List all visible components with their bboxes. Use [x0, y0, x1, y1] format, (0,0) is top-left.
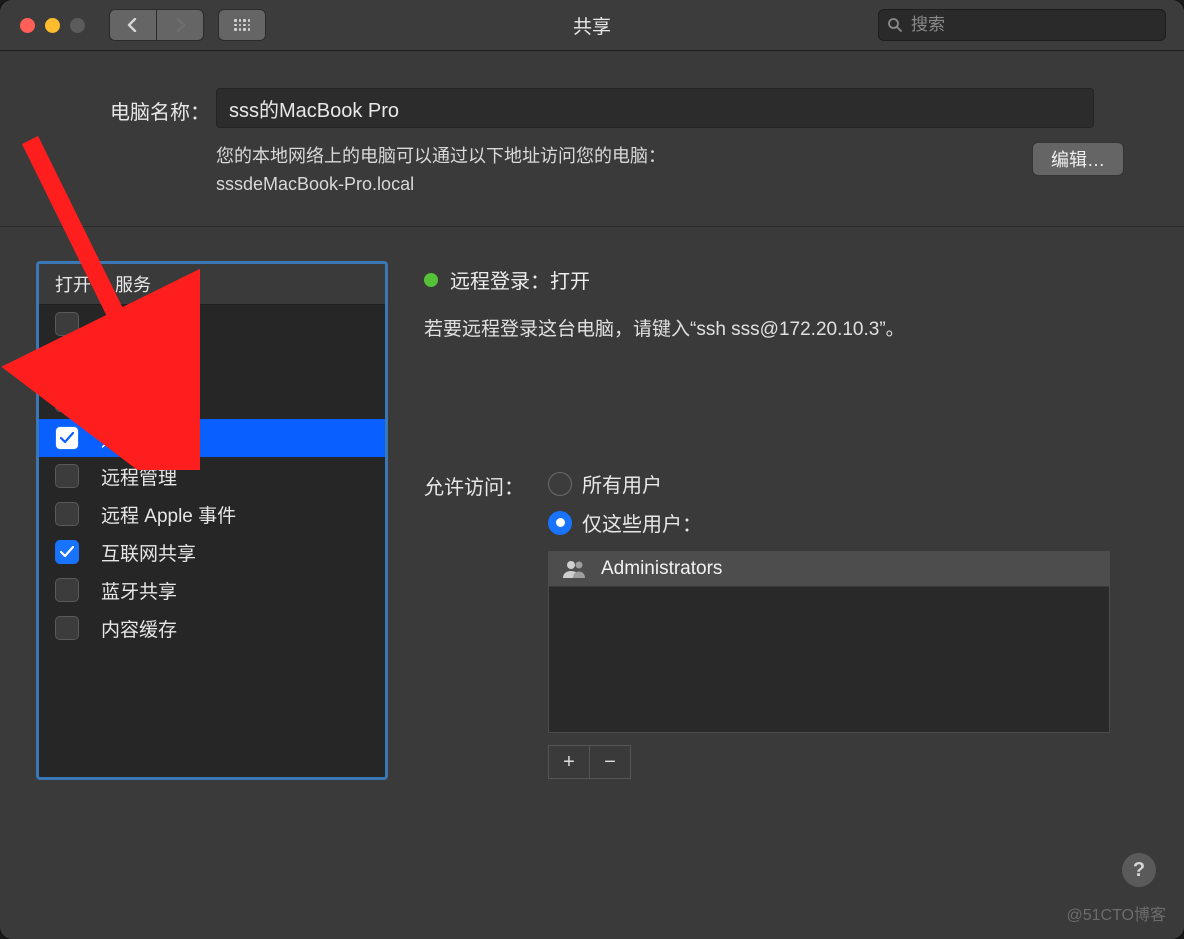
local-address-description: 您的本地网络上的电脑可以通过以下地址访问您的电脑： sssdeMacBook-P… [216, 142, 1012, 198]
service-label: 文件共享 [101, 349, 177, 376]
close-button[interactable] [20, 18, 35, 33]
search-input[interactable] [909, 14, 1157, 36]
chevron-left-icon [127, 18, 139, 32]
computer-name-input[interactable] [216, 88, 1094, 128]
service-checkbox[interactable] [55, 388, 79, 412]
help-button[interactable]: ? [1122, 853, 1156, 887]
minimize-button[interactable] [45, 18, 60, 33]
service-label: 内容缓存 [101, 615, 177, 642]
window-controls [20, 18, 85, 33]
computer-name-label: 电脑名称： [80, 88, 210, 125]
service-label: 屏幕共享 [101, 311, 177, 338]
service-label: 远程登录 [101, 425, 177, 452]
service-label: 远程管理 [101, 463, 177, 490]
radio-only-users[interactable]: 仅这些用户： [548, 508, 1110, 537]
computer-name-section: 电脑名称： 您的本地网络上的电脑可以通过以下地址访问您的电脑： sssdeMac… [0, 50, 1184, 227]
allow-access-radios: 所有用户 仅这些用户： [548, 469, 1110, 537]
chevron-right-icon [174, 18, 186, 32]
search-box[interactable] [878, 9, 1166, 41]
service-checkbox[interactable] [55, 540, 79, 564]
services-header-service: 服务 [111, 271, 385, 297]
allow-access-label: 允许访问： [424, 469, 524, 779]
sharing-body: 打开 服务 屏幕共享文件共享打印机共享远程登录远程管理远程 Apple 事件互联… [0, 227, 1184, 780]
services-header-on: 打开 [39, 271, 111, 297]
service-checkbox[interactable] [55, 350, 79, 374]
service-checkbox[interactable] [55, 578, 79, 602]
service-label: 打印机共享 [101, 387, 196, 414]
show-all-button[interactable] [218, 9, 266, 41]
watermark: @51CTO博客 [1066, 901, 1166, 925]
user-name: Administrators [601, 558, 722, 580]
service-status: 远程登录：打开 [424, 265, 1144, 294]
services-panel: 打开 服务 屏幕共享文件共享打印机共享远程登录远程管理远程 Apple 事件互联… [36, 261, 388, 780]
remove-user-button[interactable]: − [590, 745, 631, 779]
service-label: 互联网共享 [101, 539, 196, 566]
ssh-hint: 若要远程登录这台电脑，请键入“ssh sss@172.20.10.3”。 [424, 314, 1144, 341]
content: 电脑名称： 您的本地网络上的电脑可以通过以下地址访问您的电脑： sssdeMac… [0, 50, 1184, 939]
service-checkbox[interactable] [55, 426, 79, 450]
service-checkbox[interactable] [55, 464, 79, 488]
service-label: 远程 Apple 事件 [101, 501, 236, 528]
service-row[interactable]: 蓝牙共享 [39, 571, 385, 609]
edit-button[interactable]: 编辑… [1032, 142, 1124, 176]
user-group-icon [563, 560, 587, 578]
user-list-controls: + − [548, 745, 1110, 779]
service-detail: 远程登录：打开 若要远程登录这台电脑，请键入“ssh sss@172.20.10… [424, 261, 1144, 779]
services-list[interactable]: 屏幕共享文件共享打印机共享远程登录远程管理远程 Apple 事件互联网共享蓝牙共… [39, 305, 385, 777]
titlebar: 共享 [0, 0, 1184, 51]
nav-buttons [109, 9, 204, 41]
status-indicator-icon [424, 273, 438, 287]
radio-icon [548, 511, 572, 535]
grid-icon [234, 19, 250, 31]
radio-only-label: 仅这些用户： [582, 508, 702, 537]
radio-all-users[interactable]: 所有用户 [548, 469, 1110, 498]
search-icon [887, 17, 903, 33]
radio-icon [548, 472, 572, 496]
service-checkbox[interactable] [55, 502, 79, 526]
user-row[interactable]: Administrators [549, 552, 1109, 587]
service-checkbox[interactable] [55, 312, 79, 336]
sharing-prefs-window: 共享 电脑名称： 您的本地网络上的电脑可以通过以下地址访问您的电脑： sssde… [0, 0, 1184, 939]
service-row[interactable]: 内容缓存 [39, 609, 385, 647]
service-label: 蓝牙共享 [101, 577, 177, 604]
back-button[interactable] [109, 9, 156, 41]
services-header: 打开 服务 [39, 264, 385, 305]
service-row[interactable]: 打印机共享 [39, 381, 385, 419]
service-row[interactable]: 文件共享 [39, 343, 385, 381]
service-row[interactable]: 屏幕共享 [39, 305, 385, 343]
maximize-button[interactable] [70, 18, 85, 33]
forward-button[interactable] [156, 9, 204, 41]
user-list[interactable]: Administrators [548, 551, 1110, 733]
service-row[interactable]: 远程管理 [39, 457, 385, 495]
radio-all-label: 所有用户 [582, 469, 662, 498]
service-row[interactable]: 远程 Apple 事件 [39, 495, 385, 533]
service-row[interactable]: 互联网共享 [39, 533, 385, 571]
service-status-label: 远程登录：打开 [450, 265, 590, 294]
service-checkbox[interactable] [55, 616, 79, 640]
add-user-button[interactable]: + [548, 745, 590, 779]
service-row[interactable]: 远程登录 [39, 419, 385, 457]
